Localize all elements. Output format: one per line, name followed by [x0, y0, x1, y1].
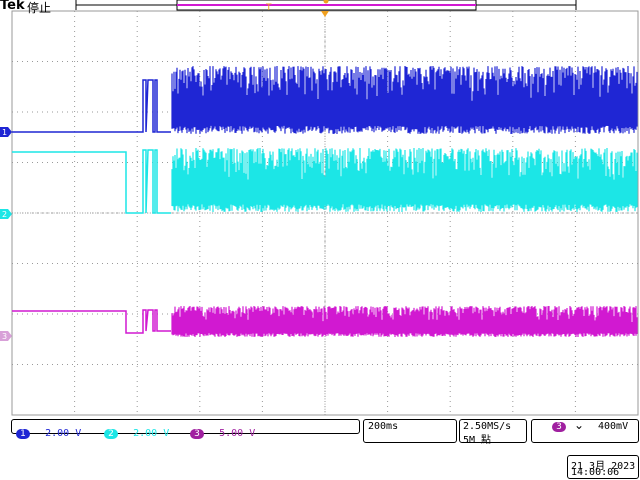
ch3-scale: 5.00 V [219, 428, 256, 439]
svg-text:3: 3 [2, 332, 7, 341]
ch1-ground-marker[interactable]: 1 [0, 127, 12, 137]
time-readout: 14:00:06 [571, 467, 620, 478]
trigger-source-badge: 3 [552, 422, 566, 432]
ch3-ground-marker[interactable]: 3 [0, 331, 12, 341]
falling-edge-icon: ⌄ [574, 418, 585, 432]
oscilloscope-display: T 1 2 3 [0, 0, 639, 416]
datetime-box: 21 3月 2023 14:00:06 [567, 455, 639, 479]
acquisition-status: 停止 [27, 1, 52, 15]
ch3-badge: 3 [190, 429, 204, 439]
ch1-trace [12, 79, 171, 133]
trigger-box[interactable]: 3 ⌄ 400mV [531, 418, 639, 443]
brand-logo: Tek [0, 0, 25, 13]
trigger-level: 400mV [598, 421, 629, 432]
ch3-readout[interactable]: 3 5.00 V [190, 421, 255, 440]
overview-center-marker [323, 0, 329, 4]
timebase-box[interactable]: 200ms [363, 419, 457, 443]
timebase-value: 200ms [368, 421, 399, 432]
ch2-trace [12, 149, 171, 214]
ch1-badge: 1 [16, 429, 30, 439]
ch1-readout[interactable]: 1 2.00 V [16, 421, 81, 440]
ch2-ground-marker[interactable]: 2 [0, 209, 12, 219]
ch1-burst [171, 66, 638, 134]
acquisition-box[interactable]: 2.50MS/s 5M 點 [459, 419, 527, 446]
ch3-trace [12, 309, 171, 334]
ch2-badge: 2 [104, 429, 118, 439]
ch3-burst [171, 306, 638, 337]
channel-readout-bar: 1 2.00 V 2 2.00 V 3 5.00 V [11, 419, 360, 439]
ch2-readout[interactable]: 2 2.00 V [104, 421, 169, 440]
ch1-scale: 2.00 V [45, 428, 82, 439]
svg-text:1: 1 [2, 128, 7, 137]
record-length: 5M 點 [463, 435, 492, 446]
ch2-burst [171, 148, 638, 212]
trigger-position-marker [321, 11, 329, 17]
svg-text:2: 2 [2, 210, 7, 219]
ch2-scale: 2.00 V [133, 428, 170, 439]
